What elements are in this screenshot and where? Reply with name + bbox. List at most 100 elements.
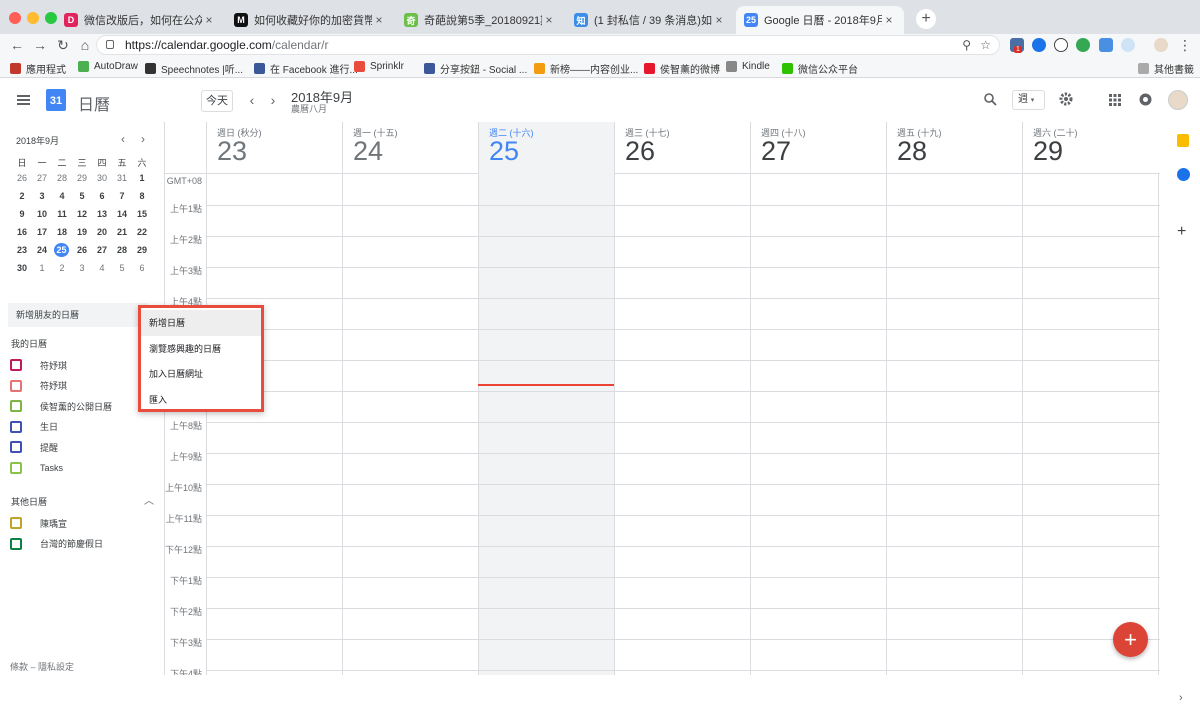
mini-calendar-day[interactable]: 28 <box>52 173 72 183</box>
keep-icon[interactable] <box>1177 134 1189 147</box>
calendar-checkbox[interactable] <box>10 400 22 412</box>
back-icon[interactable]: ← <box>8 36 26 54</box>
extension-icon[interactable] <box>1032 38 1046 52</box>
menu-item[interactable]: 瀏覽感興趣的日曆 <box>141 336 261 362</box>
mini-calendar-day[interactable]: 14 <box>112 209 132 219</box>
bookmark-star-icon[interactable]: ☆ <box>980 36 991 54</box>
close-tab-icon[interactable]: × <box>882 13 896 27</box>
mini-calendar-day[interactable]: 12 <box>72 209 92 219</box>
collapse-chevron-icon[interactable]: ︿ <box>144 492 154 507</box>
bookmark-item[interactable]: Speechnotes |听... <box>145 61 243 76</box>
user-avatar[interactable] <box>1168 90 1188 110</box>
today-button[interactable]: 今天 <box>201 90 233 112</box>
mini-calendar-day[interactable]: 16 <box>12 227 32 237</box>
day-number[interactable]: 29 <box>1033 136 1063 167</box>
mini-calendar-day[interactable]: 25 <box>54 243 69 257</box>
main-menu-icon[interactable] <box>17 95 30 105</box>
mini-prev-icon[interactable]: ‹ <box>116 132 130 146</box>
mini-calendar-day[interactable]: 29 <box>72 173 92 183</box>
bookmark-item[interactable]: 新榜——内容创业... <box>534 61 638 76</box>
browser-tab[interactable]: 25 Google 日曆 - 2018年9月23日× <box>736 6 904 34</box>
close-tab-icon[interactable]: × <box>372 13 386 27</box>
mini-calendar-day[interactable]: 18 <box>52 227 72 237</box>
close-tab-icon[interactable]: × <box>712 13 726 27</box>
add-addon-icon[interactable]: + <box>1177 223 1186 241</box>
bookmark-item[interactable]: 侯智薰的微博 <box>644 61 720 76</box>
zoom-search-icon[interactable]: ⚲ <box>962 36 971 54</box>
menu-item[interactable]: 新增日曆 <box>141 310 261 336</box>
mini-calendar-day[interactable]: 26 <box>12 173 32 183</box>
terms-privacy-link[interactable]: 條款 – 隱私設定 <box>10 660 74 673</box>
mini-calendar-day[interactable]: 2 <box>52 263 72 273</box>
mini-calendar-day[interactable]: 30 <box>12 263 32 273</box>
bookmark-item[interactable]: Kindle <box>726 61 770 72</box>
day-number[interactable]: 24 <box>353 136 383 167</box>
bookmark-item[interactable]: 微信公众平台 <box>782 61 858 76</box>
my-calendars-heading[interactable]: 我的日曆 <box>11 337 47 350</box>
browser-tab[interactable]: D 微信改版后，如何在公众号头图× <box>56 6 224 34</box>
mini-calendar-day[interactable]: 21 <box>112 227 132 237</box>
calendar-checkbox[interactable] <box>10 537 22 550</box>
mini-calendar-day[interactable]: 30 <box>92 173 112 183</box>
mini-calendar-day[interactable]: 28 <box>112 245 132 255</box>
calendar-list-item[interactable]: 生日 <box>10 420 58 434</box>
apps-grid-icon[interactable] <box>1109 94 1121 106</box>
extension-icon[interactable] <box>1076 38 1090 52</box>
mini-calendar-day[interactable]: 1 <box>32 263 52 273</box>
mini-calendar-day[interactable]: 7 <box>112 191 132 201</box>
mini-calendar-day[interactable]: 11 <box>52 209 72 219</box>
mini-calendar-day[interactable]: 19 <box>72 227 92 237</box>
browser-tab[interactable]: 知 (1 封私信 / 39 条消息)如何评价× <box>566 6 734 34</box>
menu-item[interactable]: 匯入 <box>141 387 261 413</box>
mini-calendar-day[interactable]: 5 <box>112 263 132 273</box>
reload-icon[interactable]: ↻ <box>54 36 72 54</box>
bookmark-item[interactable]: 應用程式 <box>10 61 66 76</box>
create-event-button[interactable]: + <box>1113 622 1148 657</box>
mini-calendar-day[interactable]: 6 <box>92 191 112 201</box>
view-switcher[interactable]: 週 ▾ <box>1012 90 1045 110</box>
calendar-checkbox[interactable] <box>10 461 22 474</box>
day-number[interactable]: 28 <box>897 136 927 167</box>
mini-calendar-day[interactable]: 3 <box>72 263 92 273</box>
calendar-checkbox[interactable] <box>10 379 22 392</box>
day-number[interactable]: 27 <box>761 136 791 167</box>
mini-calendar-day[interactable]: 27 <box>32 173 52 183</box>
calendar-checkbox[interactable] <box>10 420 22 433</box>
calendar-checkbox[interactable] <box>10 359 22 371</box>
day-header[interactable]: 週日 (秋分) 23 <box>206 122 342 174</box>
mini-calendar-day[interactable]: 24 <box>32 245 52 255</box>
mini-calendar-day[interactable]: 27 <box>92 245 112 255</box>
mini-calendar-day[interactable]: 5 <box>72 191 92 201</box>
home-icon[interactable]: ⌂ <box>76 36 94 54</box>
close-tab-icon[interactable]: × <box>202 13 216 27</box>
mini-calendar-day[interactable]: 2 <box>12 191 32 201</box>
calendar-list-item[interactable]: 符妤琪 <box>10 358 67 372</box>
add-friend-calendar-input[interactable]: 新增朋友的日曆 <box>8 303 148 327</box>
mini-calendar-day[interactable]: 8 <box>132 191 152 201</box>
new-tab-button[interactable]: + <box>916 9 936 29</box>
expand-panel-icon[interactable]: › <box>1179 692 1183 704</box>
mini-calendar-day[interactable]: 4 <box>52 191 72 201</box>
bookmark-item[interactable]: AutoDraw <box>78 61 138 72</box>
day-header[interactable]: 週二 (十六) 25 <box>478 122 614 174</box>
mini-calendar-day[interactable]: 10 <box>32 209 52 219</box>
close-tab-icon[interactable]: × <box>542 13 556 27</box>
tasks-icon[interactable] <box>1177 168 1190 181</box>
day-number[interactable]: 26 <box>625 136 655 167</box>
other-bookmarks[interactable]: 其他書籤 <box>1138 61 1194 76</box>
menu-item[interactable]: 加入日曆網址 <box>141 361 261 387</box>
mini-calendar-day[interactable]: 22 <box>132 227 152 237</box>
calendar-list-item[interactable]: 台灣的節慶假日 <box>10 537 103 551</box>
settings-gear-icon[interactable] <box>1059 92 1073 106</box>
calendar-list-item[interactable]: 提醒 <box>10 440 58 454</box>
mini-calendar-day[interactable]: 1 <box>132 173 152 183</box>
mini-calendar-day[interactable]: 17 <box>32 227 52 237</box>
mini-next-icon[interactable]: › <box>136 132 150 146</box>
mini-calendar-day[interactable]: 26 <box>72 245 92 255</box>
prev-week-icon[interactable]: ‹ <box>245 92 259 108</box>
calendar-list-item[interactable]: 侯智薰的公開日曆 <box>10 399 112 413</box>
calendar-list-item[interactable]: 陳瑀宣 <box>10 516 67 530</box>
minimize-window-button[interactable] <box>27 12 39 24</box>
day-header[interactable]: 週四 (十八) 27 <box>750 122 886 174</box>
calendar-list-item[interactable]: Tasks <box>10 461 63 475</box>
